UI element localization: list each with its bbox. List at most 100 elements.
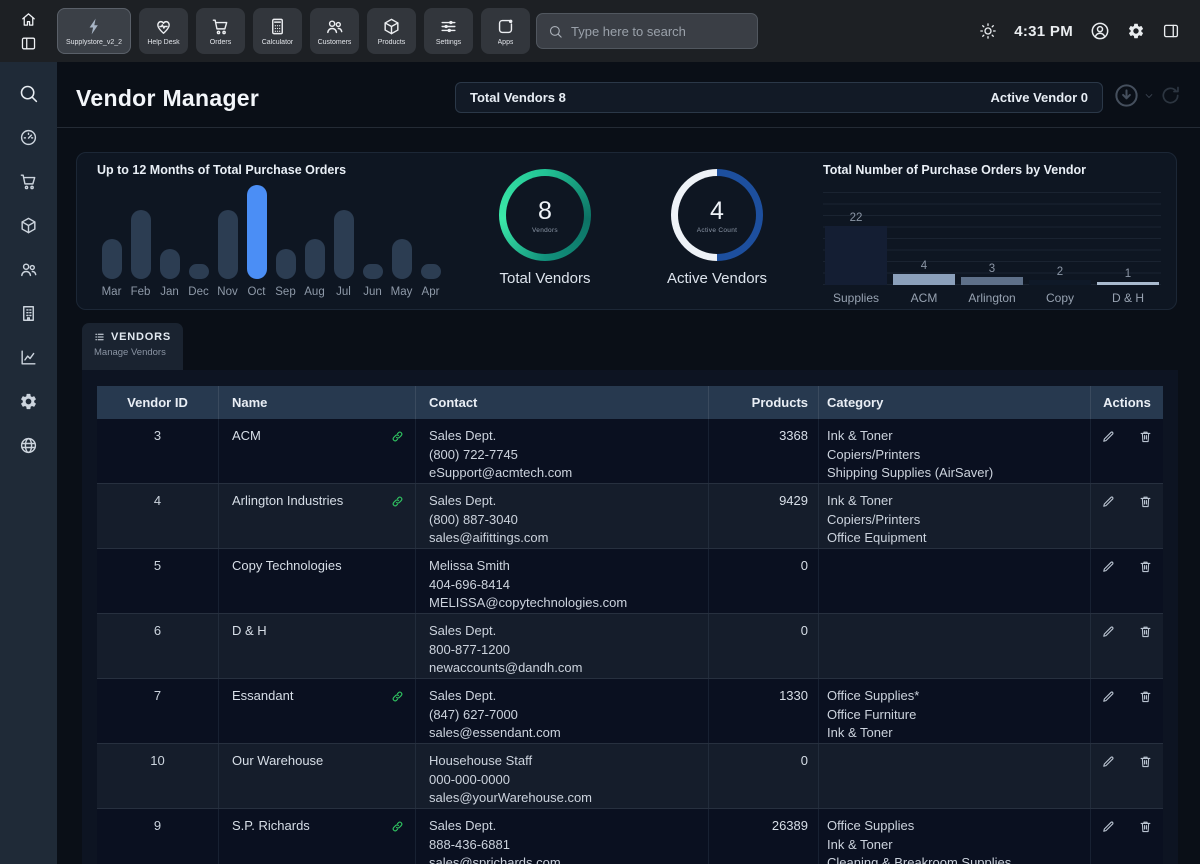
vendor-bar-arlington: 3 — [961, 263, 1023, 285]
vendor-name-cell: Arlington Industries — [218, 484, 415, 548]
edit-vendor-button[interactable] — [1101, 689, 1116, 704]
app-tile-orders[interactable]: Orders — [196, 8, 245, 54]
vendor-bar-value: 1 — [1125, 268, 1131, 280]
active-vendor-label: Active Vendor 0 — [990, 90, 1088, 105]
sidebar-item-customers[interactable] — [0, 247, 57, 291]
edit-vendor-button[interactable] — [1101, 624, 1116, 639]
vendor-summary-bar: Total Vendors 8 Active Vendor 0 — [455, 82, 1103, 113]
month-label: Sep — [271, 286, 300, 298]
vendors-table: Vendor IDNameContactProductsCategoryActi… — [97, 386, 1163, 864]
column-header-contact: Contact — [415, 386, 708, 419]
edit-vendor-button[interactable] — [1101, 754, 1116, 769]
vendor-bar-value: 4 — [921, 260, 927, 272]
app-tile-settings[interactable]: Settings — [424, 8, 473, 54]
sidebar-item-analytics[interactable] — [0, 335, 57, 379]
app-tile-label: Supplystore_v2_2 — [66, 39, 122, 46]
total-vendors-ring: 8 Vendors — [499, 169, 591, 261]
app-tile-label: Products — [378, 39, 406, 46]
apps-icon — [496, 17, 515, 36]
theme-sun-icon[interactable] — [979, 22, 997, 40]
table-row: 3ACMSales Dept.(800) 722-7745eSupport@ac… — [97, 419, 1163, 484]
app-tile-label: Help Desk — [147, 39, 179, 46]
download-button[interactable] — [1113, 82, 1140, 109]
table-row: 6D & HSales Dept.800-877-1200newaccounts… — [97, 614, 1163, 679]
customers-icon — [19, 260, 38, 279]
month-bar-oct — [242, 185, 271, 279]
vendor-actions-cell — [1090, 484, 1163, 548]
link-icon[interactable] — [390, 819, 405, 834]
vendor-name: Essandant — [232, 688, 293, 703]
vendor-name-cell: ACM — [218, 419, 415, 483]
sidebar-item-products[interactable] — [0, 203, 57, 247]
layout-panel-icon[interactable] — [20, 35, 37, 52]
vendor-name-cell: D & H — [218, 614, 415, 678]
month-label: Oct — [242, 286, 271, 298]
delete-vendor-button[interactable] — [1138, 429, 1153, 444]
app-tile-products[interactable]: Products — [367, 8, 416, 54]
vendor-products-cell: 0 — [708, 614, 818, 678]
app-tile-help-desk[interactable]: Help Desk — [139, 8, 188, 54]
sidebar-item-orders[interactable] — [0, 159, 57, 203]
edit-vendor-button[interactable] — [1101, 819, 1116, 834]
link-icon[interactable] — [390, 689, 405, 704]
edit-vendor-button[interactable] — [1101, 429, 1116, 444]
vendor-name: D & H — [232, 623, 267, 638]
month-label: Jun — [358, 286, 387, 298]
edit-vendor-button[interactable] — [1101, 494, 1116, 509]
app-tile-apps[interactable]: Apps — [481, 8, 530, 54]
app-tile-customers[interactable]: Customers — [310, 8, 359, 54]
gear-icon[interactable] — [1127, 22, 1145, 40]
vendor-products-cell: 9429 — [708, 484, 818, 548]
sidebar-item-dashboard[interactable] — [0, 115, 57, 159]
sidebar-item-web[interactable] — [0, 423, 57, 467]
global-search[interactable] — [536, 13, 758, 49]
sidebar-item-settings[interactable] — [0, 379, 57, 423]
sidebar-toggle-icon[interactable] — [1162, 22, 1180, 40]
month-bar-aug — [300, 239, 329, 279]
month-bar-jul — [329, 210, 358, 279]
user-avatar-icon[interactable] — [1090, 21, 1110, 41]
column-header-id: Vendor ID — [97, 386, 218, 419]
refresh-button[interactable] — [1159, 84, 1182, 107]
delete-vendor-button[interactable] — [1138, 559, 1153, 574]
vendor-bar-value: 2 — [1057, 266, 1063, 278]
delete-vendor-button[interactable] — [1138, 689, 1153, 704]
orders-cart-icon — [19, 172, 38, 191]
vendor-bar-value: 22 — [850, 212, 863, 224]
chevron-down-icon[interactable] — [1144, 91, 1154, 101]
search-input[interactable] — [571, 24, 746, 39]
month-bar-jan — [155, 249, 184, 279]
app-tile-label: Settings — [436, 39, 461, 46]
vendor-axis-label: D & H — [1097, 291, 1159, 305]
link-icon[interactable] — [390, 494, 405, 509]
home-icon[interactable] — [20, 11, 37, 28]
month-label: Nov — [213, 286, 242, 298]
delete-vendor-button[interactable] — [1138, 819, 1153, 834]
vendor-category-cell — [818, 549, 1090, 613]
month-bar-sep — [271, 249, 300, 279]
delete-vendor-button[interactable] — [1138, 624, 1153, 639]
total-vendors-donut: 8 Vendors Total Vendors — [493, 169, 597, 287]
edit-vendor-button[interactable] — [1101, 559, 1116, 574]
sidebar-item-search[interactable] — [0, 71, 57, 115]
tab-vendors[interactable]: VENDORS Manage Vendors — [82, 323, 183, 370]
table-row: 4Arlington IndustriesSales Dept.(800) 88… — [97, 484, 1163, 549]
delete-vendor-button[interactable] — [1138, 754, 1153, 769]
vendor-axis-labels: SuppliesACMArlingtonCopyD & H — [823, 291, 1161, 305]
app-tile-calculator[interactable]: Calculator — [253, 8, 302, 54]
vendor-name-cell: Essandant — [218, 679, 415, 743]
products-box-icon — [382, 17, 401, 36]
link-icon[interactable] — [390, 429, 405, 444]
customers-icon — [325, 17, 344, 36]
vendor-products-cell: 26389 — [708, 809, 818, 864]
delete-vendor-button[interactable] — [1138, 494, 1153, 509]
active-vendors-sublabel: Active Count — [697, 227, 737, 234]
orders-cart-icon — [211, 17, 230, 36]
vendor-id-cell: 10 — [97, 744, 218, 808]
vendor-chart-grid: 22 4 3 2 1 — [823, 182, 1161, 285]
vendor-products-cell: 0 — [708, 549, 818, 613]
sidebar-item-company[interactable] — [0, 291, 57, 335]
vendor-actions-cell — [1090, 809, 1163, 864]
app-tile-label: Orders — [210, 39, 231, 46]
app-tile-supplystore-v2-2[interactable]: Supplystore_v2_2 — [57, 8, 131, 54]
